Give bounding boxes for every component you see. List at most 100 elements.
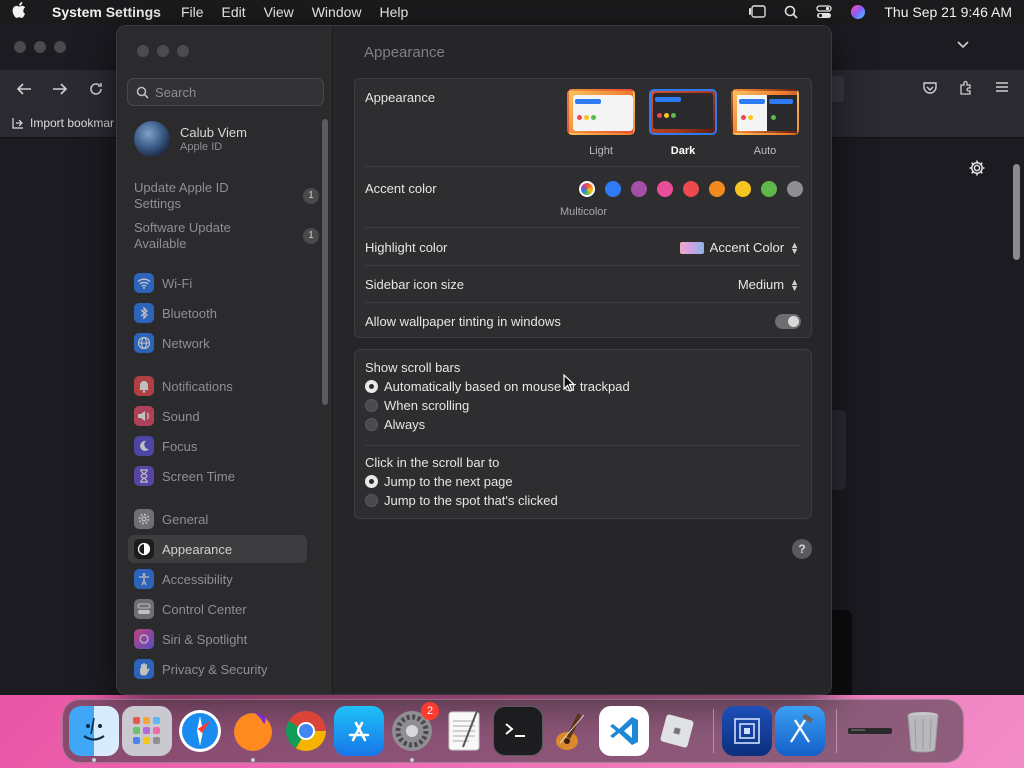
divider: [365, 302, 801, 303]
forward-arrow-icon[interactable]: [51, 81, 69, 102]
menu-edit[interactable]: Edit: [222, 4, 246, 20]
window-zoom-button[interactable]: [177, 45, 189, 57]
scroll-bars-automatic-option[interactable]: Automatically based on mouse or trackpad: [365, 379, 630, 394]
sidebar-item-focus[interactable]: Focus: [128, 432, 307, 460]
window-close-button[interactable]: [137, 45, 149, 57]
scroll-bars-card: Show scroll bars Automatically based on …: [354, 349, 812, 519]
scroll-bars-always-option[interactable]: Always: [365, 417, 425, 432]
firefox-icon[interactable]: [228, 706, 278, 762]
import-bookmarks-link[interactable]: Import bookmar: [12, 116, 114, 130]
hamburger-menu-icon[interactable]: [994, 80, 1010, 99]
chrome-icon[interactable]: [281, 706, 331, 756]
sidebar-item-label: Network: [162, 335, 210, 351]
sidebar-item-general[interactable]: General: [128, 505, 307, 533]
radio-button[interactable]: [365, 494, 378, 507]
textedit-icon[interactable]: [440, 706, 490, 756]
vscode-icon[interactable]: [599, 706, 649, 756]
browser-zoom-button[interactable]: [54, 41, 66, 53]
notice-update-apple-id[interactable]: Update Apple ID Settings 1: [134, 180, 319, 212]
radio-button[interactable]: [365, 380, 378, 393]
url-bar-fragment[interactable]: [832, 76, 844, 102]
menu-view[interactable]: View: [264, 4, 294, 20]
sidebar-item-wifi[interactable]: Wi-Fi: [128, 269, 307, 297]
sidebar-item-network[interactable]: Network: [128, 329, 307, 357]
scroll-bars-when-scrolling-option[interactable]: When scrolling: [365, 398, 469, 413]
theme-auto-option[interactable]: Auto: [729, 89, 801, 157]
sidebar-item-privacy-security[interactable]: Privacy & Security: [128, 655, 307, 683]
sidebar-item-appearance[interactable]: Appearance: [128, 535, 307, 563]
accent-blue-swatch[interactable]: [605, 181, 621, 197]
wallpaper-tinting-toggle[interactable]: [775, 314, 801, 329]
click-spot-option[interactable]: Jump to the spot that's clicked: [365, 493, 558, 508]
sidebar-scrollbar[interactable]: [322, 119, 328, 405]
accent-multicolor-swatch[interactable]: [579, 181, 595, 197]
accent-orange-swatch[interactable]: [709, 181, 725, 197]
sidebar-icon-size-popup[interactable]: Medium ▲ ▼: [738, 277, 799, 292]
spotlight-search-icon[interactable]: [784, 5, 798, 19]
sidebar-item-label: Accessibility: [162, 571, 233, 587]
highlight-color-popup[interactable]: Accent Color ▲ ▼: [679, 239, 799, 256]
accent-graphite-swatch[interactable]: [787, 181, 803, 197]
new-tab-settings-gear-icon[interactable]: [968, 159, 986, 180]
menu-file[interactable]: File: [181, 4, 204, 20]
app-store-icon[interactable]: [334, 706, 384, 756]
accent-pink-swatch[interactable]: [657, 181, 673, 197]
reload-icon[interactable]: [88, 81, 104, 102]
stage-manager-icon[interactable]: [748, 5, 767, 19]
dock-separator: [836, 709, 837, 753]
accent-yellow-swatch[interactable]: [735, 181, 751, 197]
theme-dark-option[interactable]: Dark: [647, 89, 719, 157]
bell-icon: [134, 376, 154, 396]
accent-purple-swatch[interactable]: [631, 181, 647, 197]
sidebar-item-control-center[interactable]: Control Center: [128, 595, 307, 623]
roblox-icon[interactable]: [652, 706, 702, 756]
extensions-icon[interactable]: [958, 80, 974, 99]
notice-software-update[interactable]: Software Update Available 1: [134, 220, 319, 252]
import-icon: [12, 118, 23, 129]
popup-stepper-icon: ▲ ▼: [790, 239, 799, 256]
sidebar-item-accessibility[interactable]: Accessibility: [128, 565, 307, 593]
sidebar-item-sound[interactable]: Sound: [128, 402, 307, 430]
window-minimize-button[interactable]: [157, 45, 169, 57]
menu-clock[interactable]: Thu Sep 21 9:46 AM: [884, 4, 1012, 20]
app-name-menu[interactable]: System Settings: [52, 4, 161, 20]
click-next-page-option[interactable]: Jump to the next page: [365, 474, 513, 489]
system-settings-icon[interactable]: 2: [387, 702, 439, 762]
apple-menu-icon[interactable]: [12, 2, 40, 22]
theme-light-option[interactable]: Light: [565, 89, 637, 157]
back-arrow-icon[interactable]: [15, 81, 33, 102]
garageband-icon[interactable]: [546, 706, 596, 756]
accent-red-swatch[interactable]: [683, 181, 699, 197]
search-input[interactable]: [155, 84, 315, 100]
accent-green-swatch[interactable]: [761, 181, 777, 197]
safari-icon[interactable]: [175, 706, 225, 756]
control-center-icon: [134, 599, 154, 619]
siri-icon[interactable]: [850, 4, 866, 20]
radio-button[interactable]: [365, 418, 378, 431]
radio-button[interactable]: [365, 475, 378, 488]
browser-scrollbar[interactable]: [1013, 164, 1020, 260]
sidebar-item-siri-spotlight[interactable]: Siri & Spotlight: [128, 625, 307, 653]
help-button[interactable]: ?: [792, 539, 812, 559]
control-center-menu-icon[interactable]: [816, 5, 833, 19]
menu-help[interactable]: Help: [380, 4, 409, 20]
profile-name: Calub Viem: [180, 125, 247, 140]
screen-sharing-icon[interactable]: [722, 706, 772, 756]
sidebar-item-screen-time[interactable]: Screen Time: [128, 462, 307, 490]
trash-icon[interactable]: [898, 706, 948, 756]
sidebar-search[interactable]: [127, 78, 324, 106]
pocket-icon[interactable]: [922, 80, 938, 99]
tab-list-chevron-icon[interactable]: [956, 38, 970, 53]
radio-button[interactable]: [365, 399, 378, 412]
launchpad-icon[interactable]: [122, 706, 172, 756]
downloads-stack-icon[interactable]: [845, 706, 895, 756]
apple-id-profile[interactable]: Calub Viem Apple ID: [134, 121, 247, 157]
sidebar-item-bluetooth[interactable]: Bluetooth: [128, 299, 307, 327]
terminal-icon[interactable]: [493, 706, 543, 756]
finder-icon[interactable]: [69, 706, 119, 762]
browser-close-button[interactable]: [14, 41, 26, 53]
xcode-icon[interactable]: [775, 706, 825, 756]
menu-window[interactable]: Window: [312, 4, 362, 20]
browser-minimize-button[interactable]: [34, 41, 46, 53]
sidebar-item-notifications[interactable]: Notifications: [128, 372, 307, 400]
